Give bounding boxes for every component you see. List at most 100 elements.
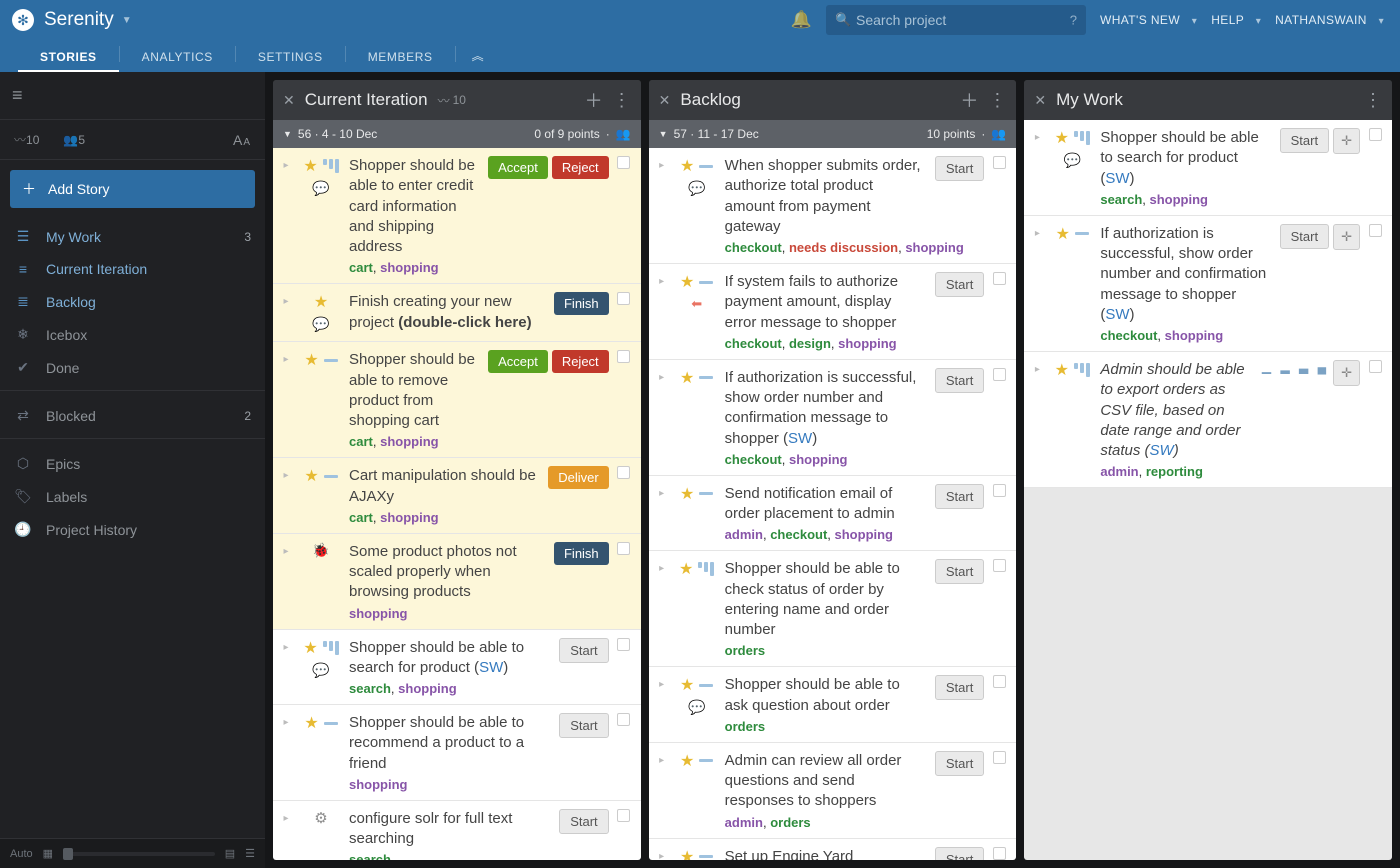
- story-label[interactable]: shopping: [838, 336, 897, 351]
- expand-story-icon[interactable]: ▸: [283, 470, 288, 481]
- close-icon[interactable]: ✕: [1034, 92, 1046, 109]
- story-label[interactable]: orders: [770, 815, 810, 830]
- expand-story-icon[interactable]: ▸: [659, 160, 664, 171]
- select-story-checkbox[interactable]: [993, 675, 1006, 688]
- finish-button[interactable]: Finish: [554, 292, 609, 315]
- story-row[interactable]: ▸ ★ Cart manipulation should be AJAXy De…: [273, 458, 641, 534]
- story-row[interactable]: ▸ ★ 💬 Shopper should be able to enter cr…: [273, 148, 641, 284]
- accept-button[interactable]: Accept: [488, 156, 548, 179]
- whats-new-link[interactable]: WHAT'S NEW ▾: [1100, 13, 1197, 27]
- story-row[interactable]: ▸ ★ 💬 Shopper should be able to ask ques…: [649, 667, 1017, 743]
- sidebar-item-epics[interactable]: ⬡Epics: [0, 447, 265, 480]
- story-row[interactable]: ▸ ★ Admin can review all order questions…: [649, 743, 1017, 839]
- reject-button[interactable]: Reject: [552, 350, 609, 373]
- select-story-checkbox[interactable]: [617, 713, 630, 726]
- tab-members[interactable]: MEMBERS: [346, 42, 455, 72]
- start-button[interactable]: Start: [559, 713, 608, 738]
- sidebar-item-mywork[interactable]: ☰My Work3: [0, 220, 265, 253]
- story-row[interactable]: ▸ ★ Shopper should be able to remove pro…: [273, 342, 641, 458]
- project-caret-icon[interactable]: ▼: [122, 15, 132, 26]
- close-icon[interactable]: ✕: [659, 92, 671, 109]
- expand-story-icon[interactable]: ▸: [283, 296, 288, 307]
- start-button[interactable]: Start: [935, 675, 984, 700]
- story-label[interactable]: design: [789, 336, 831, 351]
- comment-icon[interactable]: 💬: [1064, 152, 1081, 169]
- expand-story-icon[interactable]: ▸: [659, 488, 664, 499]
- story-label[interactable]: checkout: [725, 452, 782, 467]
- expand-story-icon[interactable]: ▸: [659, 679, 664, 690]
- select-story-checkbox[interactable]: [617, 350, 630, 363]
- expand-story-icon[interactable]: ▸: [283, 813, 288, 824]
- estimate-button[interactable]: ✛: [1333, 360, 1360, 386]
- members-metric[interactable]: 👥5: [63, 133, 85, 147]
- story-label[interactable]: orders: [725, 643, 765, 658]
- reject-button[interactable]: Reject: [552, 156, 609, 179]
- story-label[interactable]: shopping: [1165, 328, 1224, 343]
- select-story-checkbox[interactable]: [993, 368, 1006, 381]
- sidebar-item-labels[interactable]: 🏷Labels: [0, 480, 265, 513]
- story-row[interactable]: ▸ ★ 💬 Shopper should be able to search f…: [273, 630, 641, 706]
- story-label[interactable]: orders: [725, 719, 765, 734]
- add-story-icon[interactable]: ＋: [585, 87, 603, 113]
- owner-link[interactable]: SW: [1150, 442, 1174, 459]
- accept-button[interactable]: Accept: [488, 350, 548, 373]
- story-label[interactable]: admin: [725, 527, 763, 542]
- select-story-checkbox[interactable]: [617, 809, 630, 822]
- tab-stories[interactable]: STORIES: [18, 42, 119, 72]
- user-menu[interactable]: NATHANSWAIN ▾: [1275, 13, 1384, 27]
- expand-story-icon[interactable]: ▸: [659, 276, 664, 287]
- sidebar-item-history[interactable]: 🕘Project History: [0, 513, 265, 546]
- start-button[interactable]: Start: [559, 809, 608, 834]
- story-label[interactable]: shopping: [1150, 192, 1209, 207]
- story-row[interactable]: ▸ ★ If authorization is successful, show…: [649, 360, 1017, 476]
- start-button[interactable]: Start: [559, 638, 608, 663]
- project-name[interactable]: Serenity: [44, 9, 114, 31]
- story-label[interactable]: cart: [349, 260, 373, 275]
- expand-story-icon[interactable]: ▸: [283, 642, 288, 653]
- expand-story-icon[interactable]: ▸: [283, 160, 288, 171]
- sidebar-item-icebox[interactable]: ❄Icebox: [0, 318, 265, 351]
- select-story-checkbox[interactable]: [993, 751, 1006, 764]
- add-story-button[interactable]: ＋ Add Story: [10, 170, 255, 208]
- select-story-checkbox[interactable]: [993, 559, 1006, 572]
- story-label[interactable]: checkout: [725, 240, 782, 255]
- notifications-bell-icon[interactable]: 🔔: [791, 10, 812, 30]
- velocity-metric[interactable]: 〰10: [14, 131, 39, 148]
- add-story-icon[interactable]: ＋: [960, 87, 978, 113]
- tab-analytics[interactable]: ANALYTICS: [120, 42, 235, 72]
- start-button[interactable]: Start: [935, 751, 984, 776]
- story-label[interactable]: checkout: [770, 527, 827, 542]
- select-story-checkbox[interactable]: [617, 156, 630, 169]
- story-label[interactable]: admin: [1100, 464, 1138, 479]
- comment-icon[interactable]: 💬: [688, 180, 705, 197]
- story-label[interactable]: needs discussion: [789, 240, 898, 255]
- story-label[interactable]: admin: [725, 815, 763, 830]
- expand-story-icon[interactable]: ▸: [659, 372, 664, 383]
- story-label[interactable]: shopping: [835, 527, 894, 542]
- story-label[interactable]: shopping: [349, 606, 408, 621]
- owner-link[interactable]: SW: [479, 659, 503, 676]
- auto-label[interactable]: Auto: [10, 848, 33, 860]
- deliver-button[interactable]: Deliver: [548, 466, 608, 489]
- story-label[interactable]: shopping: [380, 510, 439, 525]
- comment-icon[interactable]: 💬: [688, 699, 705, 716]
- story-row[interactable]: ▸ 🐞 Some product photos not scaled prope…: [273, 534, 641, 630]
- select-story-checkbox[interactable]: [993, 847, 1006, 860]
- story-label[interactable]: shopping: [380, 434, 439, 449]
- story-row[interactable]: ▸ ★ 💬 Finish creating your new project (…: [273, 284, 641, 342]
- start-button[interactable]: Start: [935, 272, 984, 297]
- story-label[interactable]: shopping: [905, 240, 964, 255]
- search-help-icon[interactable]: ?: [1070, 13, 1077, 28]
- velocity-indicator[interactable]: 〰10: [438, 92, 466, 109]
- story-row[interactable]: ▸ ★ ⬅ If system fails to authorize payme…: [649, 264, 1017, 360]
- density-icon[interactable]: ▦: [43, 847, 53, 860]
- estimate-button[interactable]: ✛: [1333, 128, 1360, 154]
- story-label[interactable]: shopping: [789, 452, 848, 467]
- start-button[interactable]: Start: [1280, 224, 1329, 249]
- comment-icon[interactable]: 💬: [312, 662, 329, 679]
- sidebar-item-current[interactable]: ≡Current Iteration: [0, 253, 265, 285]
- expand-story-icon[interactable]: ▸: [1035, 132, 1040, 143]
- story-label[interactable]: cart: [349, 434, 373, 449]
- select-story-checkbox[interactable]: [617, 466, 630, 479]
- start-button[interactable]: Start: [935, 559, 984, 584]
